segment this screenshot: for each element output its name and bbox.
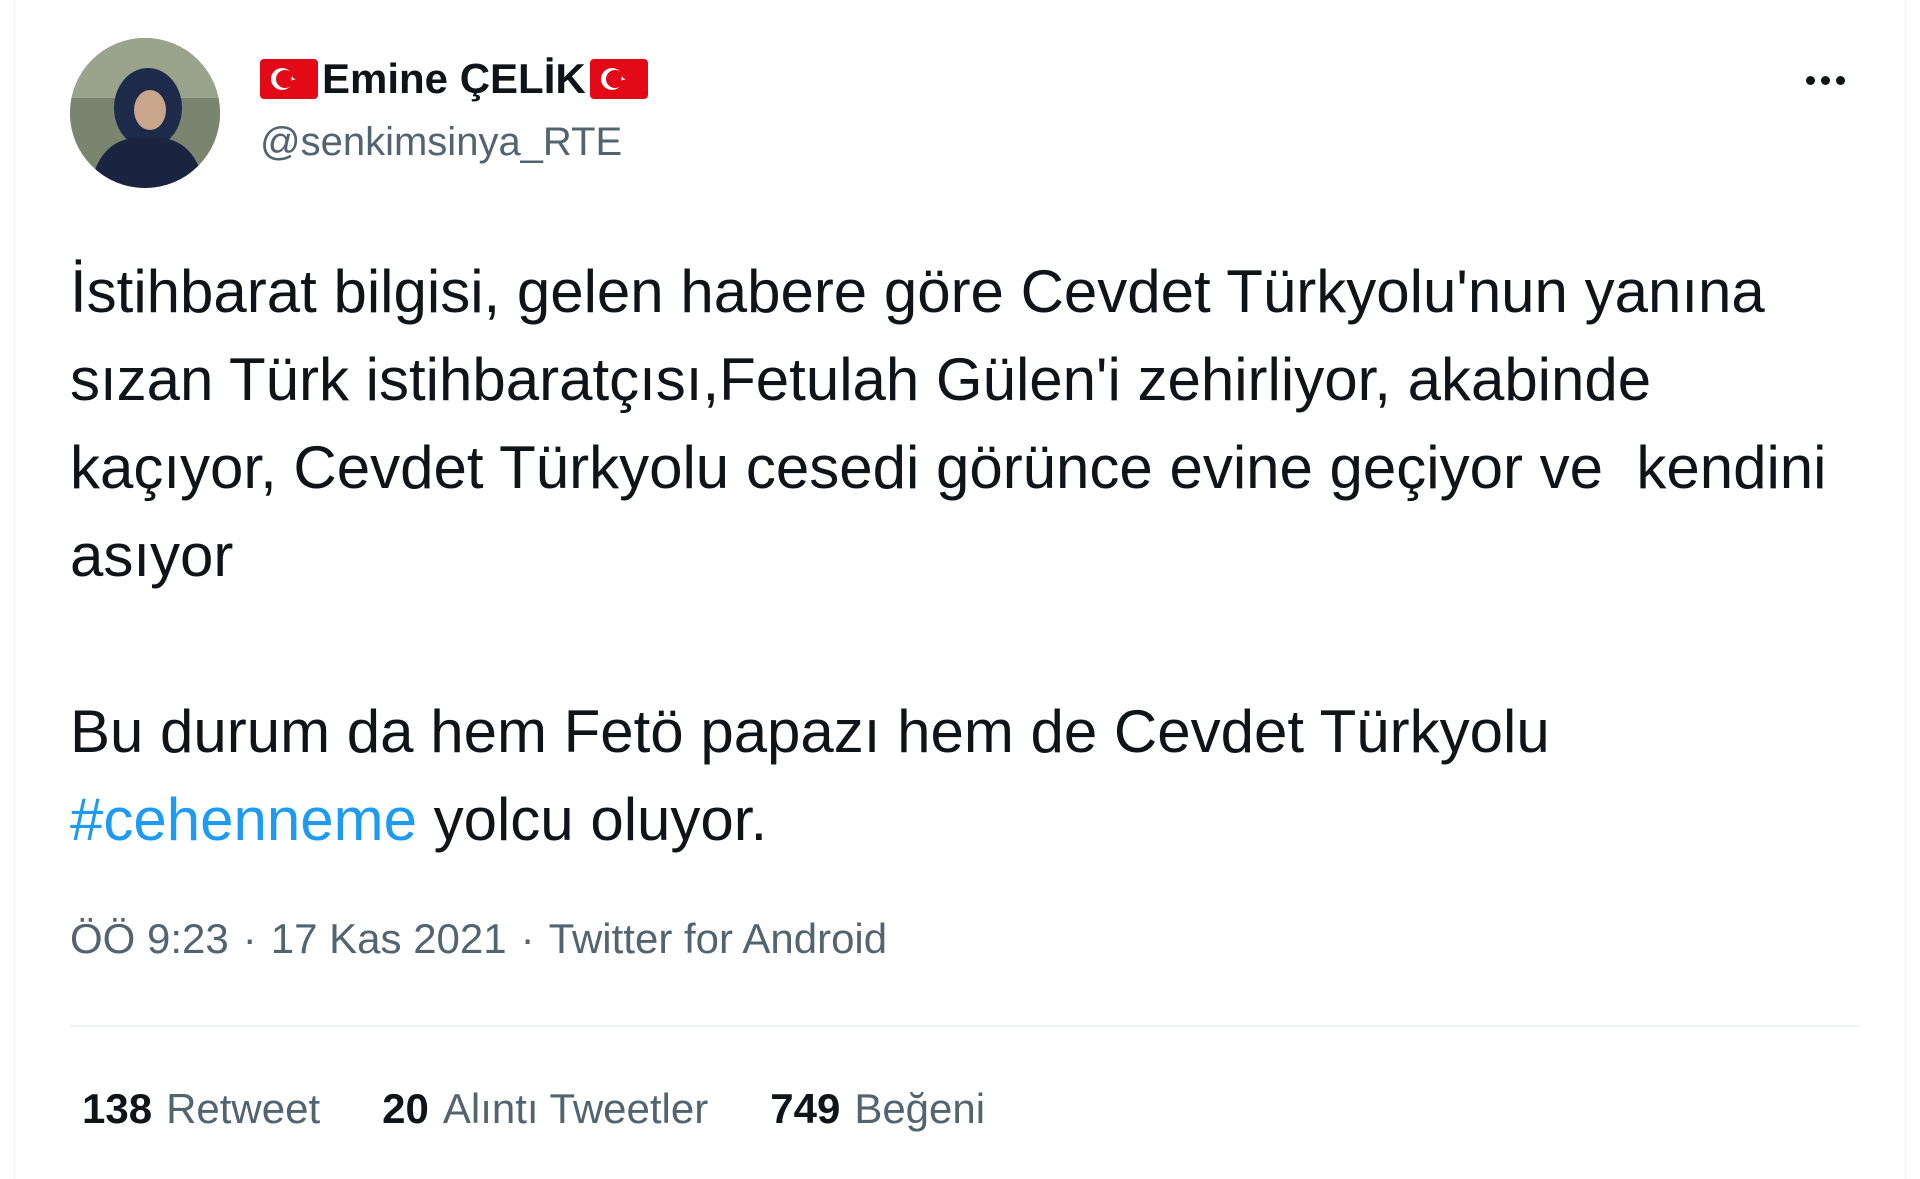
user-handle[interactable]: @senkimsinya_RTE <box>260 120 622 165</box>
tweet-paragraph: Bu durum da hem Fetö papazı hem de Cevde… <box>70 688 1860 864</box>
avatar[interactable] <box>70 38 220 188</box>
tweet-date[interactable]: 17 Kas 2021 <box>271 915 507 963</box>
quote-tweets-stat[interactable]: 20 Alıntı Tweetler <box>382 1085 708 1133</box>
retweets-stat[interactable]: 138 Retweet <box>82 1085 320 1133</box>
tweet-text-segment: Bu durum da hem Fetö papazı hem de Cevde… <box>70 698 1567 765</box>
tweet-meta: ÖÖ 9:23 · 17 Kas 2021 · Twitter for Andr… <box>70 915 887 963</box>
retweets-label: Retweet <box>166 1085 321 1132</box>
display-name-row[interactable]: Emine ÇELİK <box>260 54 648 104</box>
tweet-source[interactable]: Twitter for Android <box>549 915 887 963</box>
divider <box>70 1025 1860 1027</box>
quotes-count: 20 <box>382 1085 429 1132</box>
quotes-label: Alıntı Tweetler <box>442 1085 709 1132</box>
tweet-time[interactable]: ÖÖ 9:23 <box>70 915 229 963</box>
hashtag-link[interactable]: #cehenneme <box>70 786 417 853</box>
tweet-text: İstihbarat bilgisi, gelen habere göre Ce… <box>70 248 1860 864</box>
likes-label: Beğeni <box>854 1085 986 1132</box>
likes-count: 749 <box>770 1085 841 1132</box>
turkey-flag-icon <box>589 59 648 99</box>
turkey-flag-icon <box>260 59 318 99</box>
display-name: Emine ÇELİK <box>322 55 586 102</box>
tweet-stats: 138 Retweet 20 Alıntı Tweetler 749 Beğen… <box>82 1085 985 1133</box>
more-options-icon[interactable] <box>1795 60 1855 100</box>
tweet-text-segment: yolcu oluyor. <box>416 786 768 853</box>
retweets-count: 138 <box>82 1085 153 1132</box>
meta-separator: · <box>520 915 535 962</box>
meta-separator: · <box>242 915 257 962</box>
likes-stat[interactable]: 749 Beğeni <box>770 1085 985 1133</box>
tweet-paragraph: İstihbarat bilgisi, gelen habere göre Ce… <box>70 258 1844 589</box>
